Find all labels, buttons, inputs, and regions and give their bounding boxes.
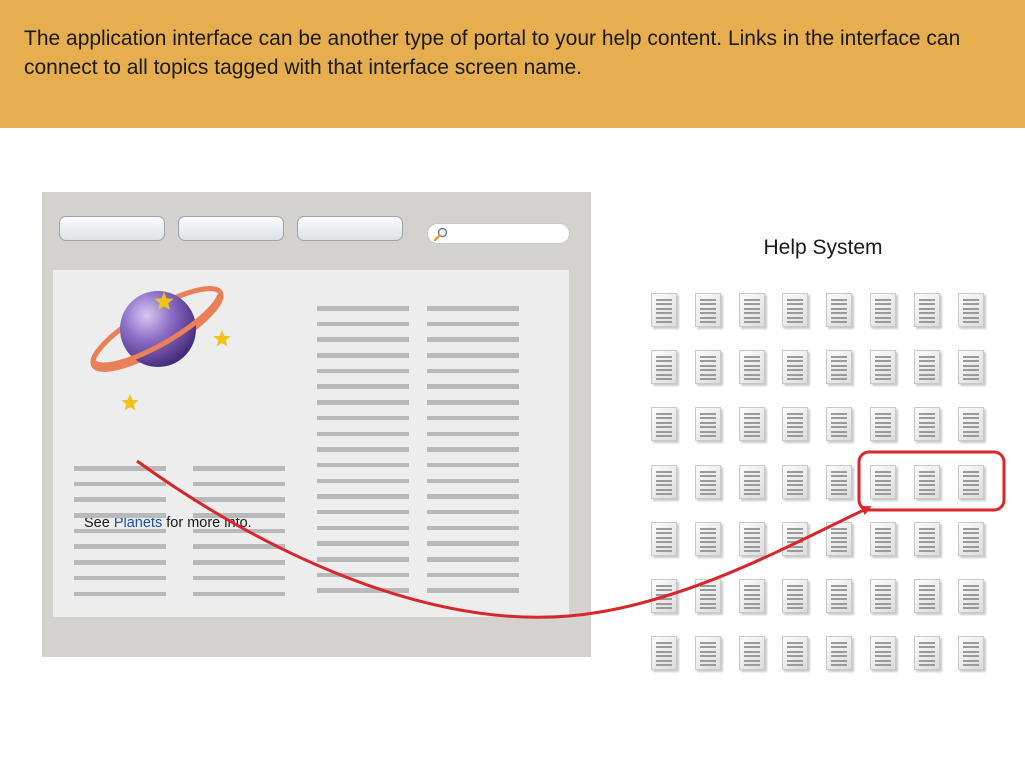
toolbar-button-3[interactable]	[297, 216, 403, 241]
help-topic-icon[interactable]	[695, 350, 721, 384]
help-topic-icon[interactable]	[826, 407, 852, 441]
help-topic-icon[interactable]	[958, 465, 984, 499]
help-topic-icon[interactable]	[826, 293, 852, 327]
help-topic-icon[interactable]	[782, 636, 808, 670]
text-column-3	[317, 306, 409, 604]
help-topic-icon[interactable]	[739, 522, 765, 556]
help-topic-icon[interactable]	[739, 579, 765, 613]
help-topic-icon[interactable]	[651, 579, 677, 613]
help-topic-icon[interactable]	[870, 407, 896, 441]
help-topic-icon[interactable]	[870, 465, 896, 499]
help-topic-icon[interactable]	[914, 350, 940, 384]
help-topic-icon[interactable]	[651, 293, 677, 327]
help-topic-icon[interactable]	[870, 350, 896, 384]
help-system-title: Help System	[763, 236, 883, 259]
help-topic-icon[interactable]	[782, 579, 808, 613]
help-topic-icon[interactable]	[651, 407, 677, 441]
help-topic-icon[interactable]	[870, 579, 896, 613]
help-topic-icon[interactable]	[695, 522, 721, 556]
toolbar-button-2[interactable]	[178, 216, 284, 241]
help-topic-icon[interactable]	[739, 350, 765, 384]
help-topic-icon[interactable]	[695, 293, 721, 327]
text-column-1	[74, 466, 166, 607]
help-topic-icon[interactable]	[826, 522, 852, 556]
header-banner: The application interface can be another…	[0, 0, 1025, 128]
help-topic-icon[interactable]	[870, 522, 896, 556]
help-topic-icon[interactable]	[958, 293, 984, 327]
help-topic-icon[interactable]	[826, 579, 852, 613]
planet-icon	[90, 286, 231, 411]
help-topic-icon[interactable]	[958, 350, 984, 384]
help-topic-icon[interactable]	[826, 636, 852, 670]
banner-text: The application interface can be another…	[24, 27, 961, 79]
help-topic-icon[interactable]	[695, 465, 721, 499]
content-panel: See Planets for more info.	[53, 270, 569, 617]
help-topic-icon[interactable]	[914, 522, 940, 556]
help-topic-icon[interactable]	[870, 636, 896, 670]
help-topic-icon[interactable]	[914, 636, 940, 670]
help-topic-icon[interactable]	[958, 636, 984, 670]
help-topic-icon[interactable]	[739, 407, 765, 441]
help-topic-icon[interactable]	[958, 579, 984, 613]
application-window: See Planets for more info.	[42, 192, 591, 657]
help-topic-icon[interactable]	[914, 407, 940, 441]
help-topic-icon[interactable]	[826, 350, 852, 384]
text-column-4	[427, 306, 519, 604]
help-topic-icon[interactable]	[695, 579, 721, 613]
help-topic-icon[interactable]	[651, 522, 677, 556]
help-topic-icon[interactable]	[782, 407, 808, 441]
help-topic-icon[interactable]	[782, 465, 808, 499]
help-topic-icon[interactable]	[958, 522, 984, 556]
text-column-2	[193, 466, 285, 607]
help-topic-icon[interactable]	[958, 407, 984, 441]
help-topic-icon[interactable]	[739, 465, 765, 499]
help-topic-icon[interactable]	[739, 293, 765, 327]
help-topic-icon[interactable]	[914, 579, 940, 613]
help-topic-icon[interactable]	[651, 350, 677, 384]
help-topic-icon[interactable]	[651, 636, 677, 670]
help-topic-icon[interactable]	[826, 465, 852, 499]
help-topic-icon[interactable]	[782, 350, 808, 384]
help-topic-icon[interactable]	[914, 293, 940, 327]
help-topic-icon[interactable]	[870, 293, 896, 327]
toolbar-button-1[interactable]	[59, 216, 165, 241]
search-input[interactable]	[427, 223, 570, 244]
help-topic-icon[interactable]	[695, 636, 721, 670]
help-topic-icon[interactable]	[739, 636, 765, 670]
help-topic-icon[interactable]	[695, 407, 721, 441]
help-topic-icon[interactable]	[782, 522, 808, 556]
help-topic-icon[interactable]	[782, 293, 808, 327]
help-topic-icon[interactable]	[914, 465, 940, 499]
magnifier-icon	[433, 227, 448, 242]
help-topic-icon[interactable]	[651, 465, 677, 499]
